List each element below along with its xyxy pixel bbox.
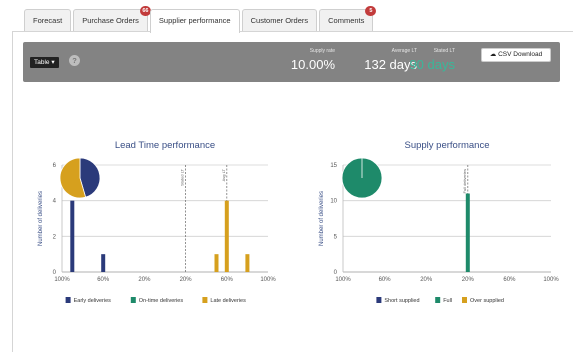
bar (245, 254, 250, 272)
bar (214, 254, 219, 272)
y-axis-label: Number of deliveries (319, 191, 325, 246)
chart-title: Supply performance (404, 140, 489, 151)
y-tick-label: 15 (330, 163, 337, 169)
x-tick-label: 20% (462, 277, 475, 283)
bar (224, 200, 229, 272)
reference-line-label: Avg LT (221, 168, 226, 181)
x-tick-label: 60% (221, 277, 234, 283)
x-tick-label: 60% (379, 277, 392, 283)
legend-label: Over supplied (470, 298, 504, 304)
x-tick-label: 100% (260, 277, 276, 283)
legend-swatch (376, 297, 382, 303)
x-tick-label: 20% (138, 277, 151, 283)
bar (70, 200, 75, 272)
charts-area: Lead Time performance 0 2 4 6 Number of deliv… (38, 140, 559, 304)
legend-swatch (65, 297, 71, 303)
x-tick-label: 20% (420, 277, 433, 283)
x-tick-label: 60% (503, 277, 516, 283)
legend-label: Full (443, 298, 452, 304)
legend-label: Late deliveries (210, 298, 246, 304)
x-tick-label: 100% (54, 277, 70, 283)
tab-label: Supplier performance (158, 16, 231, 25)
x-tick-label: 60% (97, 277, 110, 283)
y-tick-label: 0 (334, 270, 338, 276)
legend-label: Early deliveries (74, 298, 112, 304)
x-tick-label: 20% (180, 277, 193, 283)
y-axis-label: Number of deliveries (38, 191, 44, 246)
y-tick-label: 6 (53, 163, 57, 169)
bar (465, 193, 470, 272)
chart-title: Lead Time performance (115, 140, 215, 151)
reference-line-label: Stated LT (180, 168, 185, 186)
reference-line-label: Full deliveries (462, 169, 467, 193)
tab-supplier-performance[interactable]: Supplier performance (149, 9, 240, 33)
y-tick-label: 4 (53, 199, 57, 205)
legend-swatch (462, 297, 467, 303)
y-tick-label: 10 (330, 199, 337, 205)
y-tick-label: 0 (53, 270, 57, 276)
x-tick-label: 100% (543, 277, 559, 283)
legend-label: Short supplied (384, 298, 419, 304)
legend-swatch (130, 297, 136, 303)
x-tick-label: 100% (335, 277, 351, 283)
y-tick-label: 5 (334, 234, 338, 240)
legend-swatch (435, 297, 441, 303)
legend-swatch (202, 297, 208, 303)
y-tick-label: 2 (53, 234, 57, 240)
legend-label: On-time deliveries (139, 298, 184, 304)
bar (101, 254, 106, 272)
